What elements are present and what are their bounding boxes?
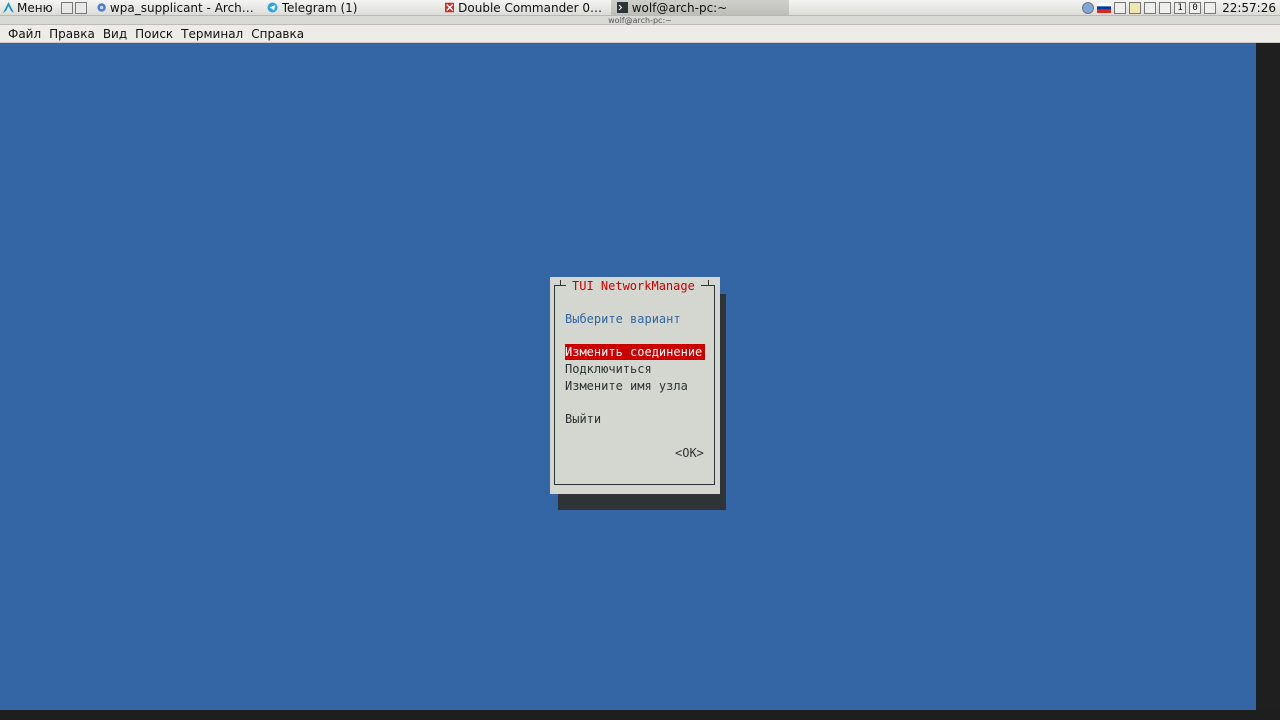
desktop-launcher-icon[interactable]	[74, 1, 87, 14]
quick-launch	[57, 0, 91, 15]
option-quit[interactable]: Выйти	[565, 411, 705, 427]
system-tray: 1 0 22:57:26	[1082, 0, 1280, 15]
option-edit-connection[interactable]: Изменить соединение	[565, 344, 705, 360]
indicator-1: 1	[1174, 1, 1187, 14]
task-double-commander[interactable]: Double Commander 0.9.9 ...	[439, 0, 611, 15]
terminal-scrollbar[interactable]	[1256, 43, 1280, 710]
menu-terminal[interactable]: Терминал	[177, 25, 247, 43]
network-icon[interactable]	[1144, 1, 1157, 14]
dialog-title: TUI NetworkManage	[566, 278, 701, 294]
info-icon[interactable]	[1082, 1, 1095, 14]
task-terminal[interactable]: wolf@arch-pc:~	[610, 0, 789, 15]
double-commander-icon	[444, 2, 455, 13]
task-telegram[interactable]: Telegram (1)	[261, 0, 439, 15]
window-icon[interactable]	[1204, 1, 1217, 14]
ok-button[interactable]: <OK>	[675, 445, 704, 461]
browser-icon	[97, 3, 106, 12]
taskbar: Меню wpa_supplicant - ArchWiki ... Teleg…	[0, 0, 1280, 16]
task-label: wolf@arch-pc:~	[631, 0, 728, 15]
arch-logo-icon	[3, 2, 14, 13]
nmtui-dialog: TUI NetworkManage Выберите вариант Измен…	[550, 277, 720, 494]
task-label: wpa_supplicant - ArchWiki ...	[109, 0, 255, 15]
option-set-hostname[interactable]: Измените имя узла	[565, 378, 705, 394]
volume-icon[interactable]	[1159, 1, 1172, 14]
start-menu-label: Меню	[17, 0, 53, 15]
indicator-0: 0	[1189, 1, 1202, 14]
menu-search[interactable]: Поиск	[131, 25, 177, 43]
option-activate[interactable]: Подключиться	[565, 361, 705, 377]
menu-edit[interactable]: Правка	[45, 25, 99, 43]
task-label: Double Commander 0.9.9 ...	[458, 0, 605, 15]
task-browser[interactable]: wpa_supplicant - ArchWiki ...	[91, 0, 261, 15]
telegram-icon	[267, 2, 278, 13]
clock[interactable]: 22:57:26	[1222, 1, 1276, 15]
terminal-menubar: Файл Правка Вид Поиск Терминал Справка	[0, 25, 1280, 43]
menu-help[interactable]: Справка	[247, 25, 308, 43]
terminal-icon	[616, 2, 628, 13]
ru-flag-icon[interactable]	[1097, 2, 1112, 13]
menu-file[interactable]: Файл	[4, 25, 45, 43]
bottom-strip	[0, 710, 1280, 720]
clipboard-icon[interactable]	[1129, 1, 1142, 14]
start-menu-button[interactable]: Меню	[0, 0, 57, 15]
dialog-prompt: Выберите вариант	[565, 312, 681, 326]
menu-view[interactable]: Вид	[99, 25, 131, 43]
task-label: Telegram (1)	[281, 0, 358, 15]
monitor-icon[interactable]	[1114, 1, 1127, 14]
file-manager-launcher-icon[interactable]	[60, 1, 73, 14]
